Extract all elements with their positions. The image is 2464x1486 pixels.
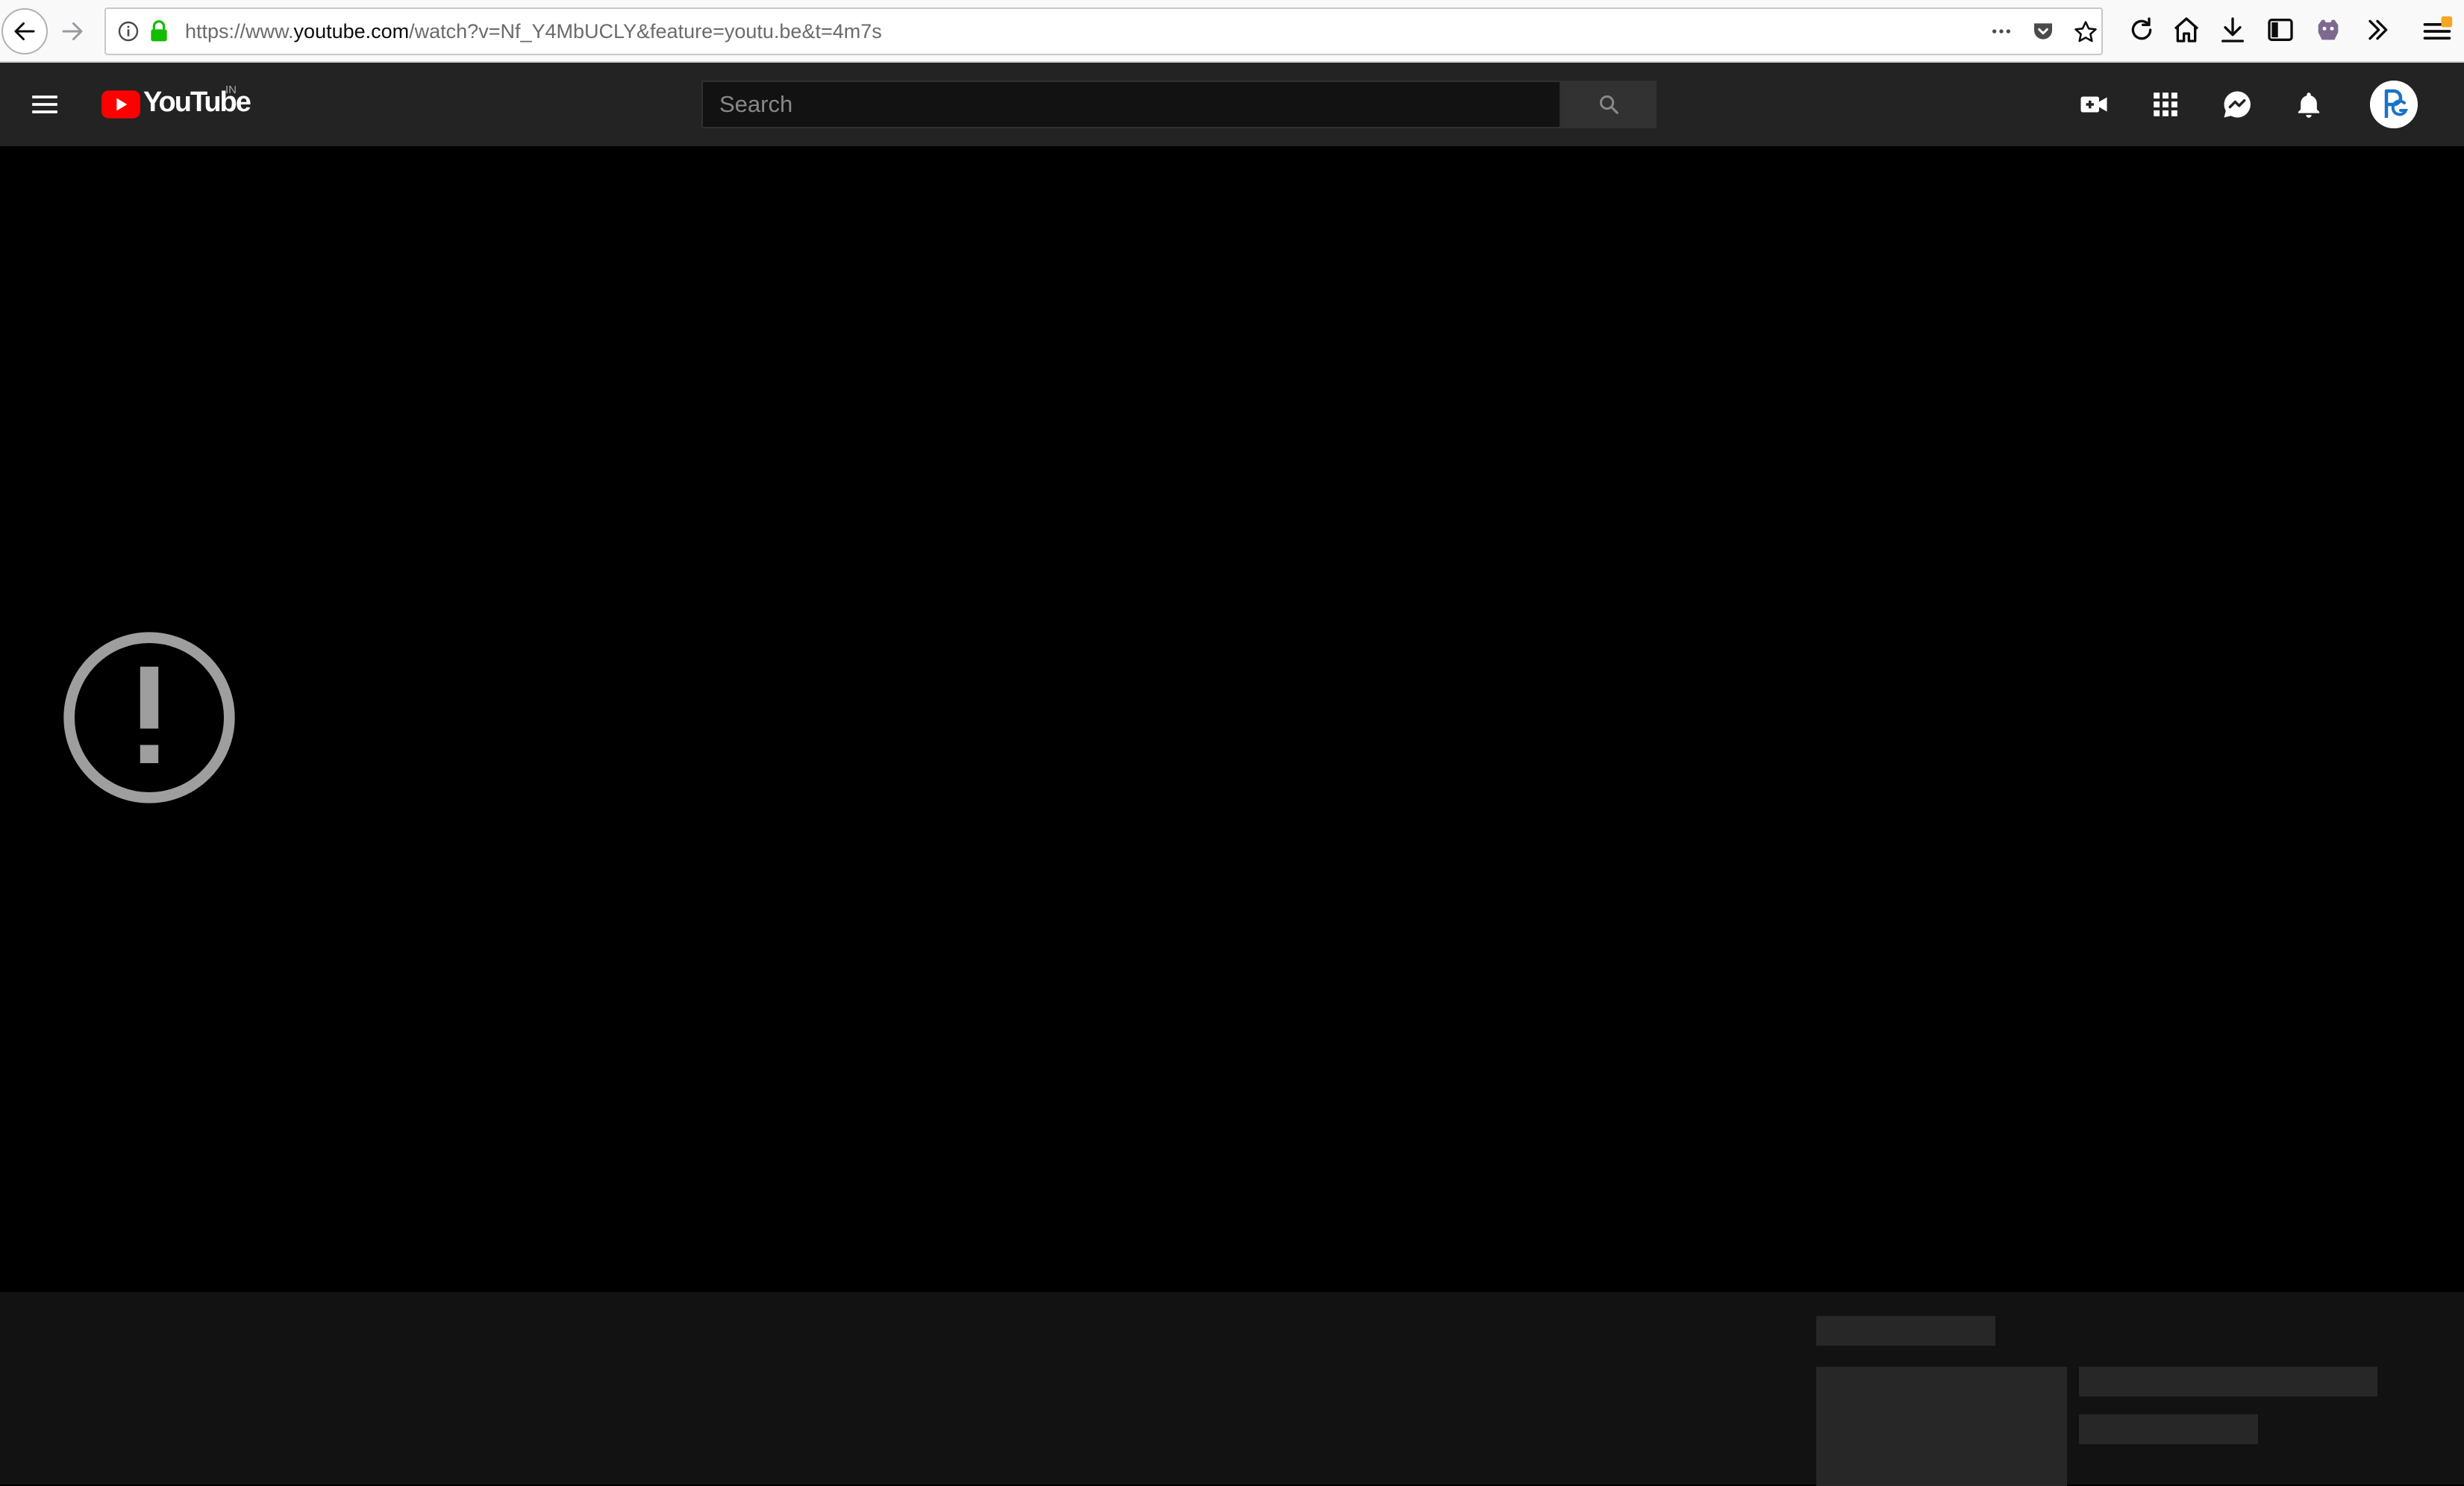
sidebar-icon[interactable]	[2266, 15, 2295, 45]
notifications-button[interactable]	[2289, 85, 2328, 124]
back-button[interactable]	[1, 8, 48, 54]
apps-button[interactable]	[2146, 85, 2185, 124]
loading-placeholder-meta	[2079, 1414, 2258, 1444]
info-icon[interactable]	[116, 19, 140, 43]
video-player[interactable]	[0, 146, 2464, 1292]
ellipsis-icon[interactable]	[1988, 19, 2015, 43]
pocket-icon[interactable]	[2031, 19, 2055, 43]
search-button[interactable]	[1561, 81, 1657, 128]
url-prefix: https://www.	[185, 20, 294, 43]
forward-button[interactable]	[49, 8, 96, 54]
search-icon	[1599, 95, 1619, 114]
search-box	[701, 81, 1561, 128]
watch-page-body	[0, 1292, 2464, 1486]
youtube-header: YouTube IN	[0, 63, 2464, 146]
create-video-button[interactable]	[2074, 85, 2113, 124]
lock-icon[interactable]	[148, 19, 170, 43]
browser-toolbar: https://www.youtube.com/watch?v=Nf_Y4MbU…	[0, 0, 2464, 63]
url-path: /watch?v=Nf_Y4MbUCLY&feature=youtu.be&t=…	[409, 20, 882, 43]
back-icon	[14, 22, 35, 40]
url-domain: youtube.com	[293, 20, 410, 43]
loading-placeholder-heading	[1816, 1316, 1995, 1346]
address-bar[interactable]: https://www.youtube.com/watch?v=Nf_Y4MbU…	[104, 7, 2103, 55]
notifications-icon	[2298, 93, 2320, 118]
messages-button[interactable]	[2218, 85, 2257, 124]
menu-icon[interactable]	[2421, 15, 2454, 48]
create-video-icon	[2080, 96, 2107, 113]
error-exclamation-icon	[63, 632, 235, 803]
forward-icon	[62, 22, 83, 40]
url-text[interactable]: https://www.youtube.com/watch?v=Nf_Y4MbU…	[185, 9, 882, 54]
home-icon[interactable]	[2171, 15, 2201, 45]
avatar-logo-icon	[2370, 81, 2418, 128]
loading-placeholder-thumbnail	[1816, 1367, 2067, 1486]
guide-menu-icon[interactable]	[30, 90, 60, 119]
messages-icon	[2224, 91, 2251, 118]
loading-placeholder-title	[2079, 1367, 2377, 1396]
star-icon[interactable]	[2073, 19, 2098, 45]
country-code: IN	[225, 84, 237, 96]
download-icon[interactable]	[2218, 15, 2248, 45]
account-avatar[interactable]	[2370, 81, 2418, 128]
apps-grid-icon	[2154, 93, 2177, 116]
extension-icon[interactable]	[2313, 15, 2343, 45]
youtube-play-icon	[101, 90, 140, 119]
overflow-icon[interactable]	[2363, 15, 2392, 45]
reload-icon[interactable]	[2127, 15, 2157, 45]
search-input[interactable]	[703, 82, 1560, 127]
